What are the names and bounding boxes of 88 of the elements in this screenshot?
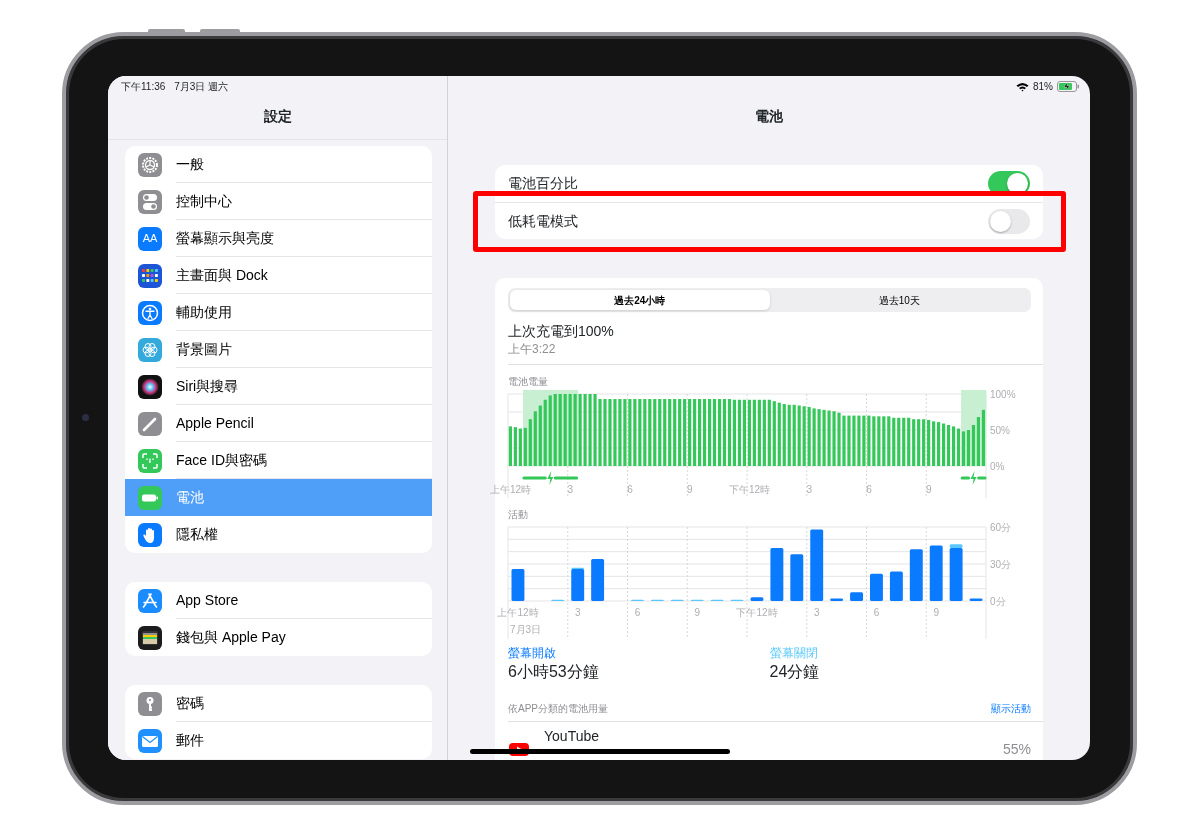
sidebar-item[interactable]: 郵件 [125, 722, 432, 759]
status-date: 7月3日 週六 [174, 81, 229, 92]
scan-frame-icon [138, 448, 162, 473]
chart-bar [770, 547, 784, 601]
axis-label: 6 [873, 607, 880, 618]
stat-value: 6小時53分鐘 [508, 662, 600, 682]
axis-label: 6 [627, 484, 633, 495]
setting-label: 電池百分比 [508, 174, 578, 193]
app-percent: 55% [1002, 739, 1031, 759]
chart-bar [790, 554, 804, 601]
strokes-icon [138, 588, 162, 613]
hand-icon [138, 522, 162, 547]
sidebar-item[interactable]: AA 螢幕顯示與亮度 [125, 220, 432, 257]
segment-tab[interactable]: 過去10天 [769, 290, 1029, 310]
chart-bar [909, 549, 923, 601]
sidebar-item[interactable]: Apple Pencil [125, 405, 432, 442]
chart-bar [889, 571, 903, 601]
axis-label: 9 [925, 484, 932, 495]
sidebar-item[interactable]: 輔助使用 [125, 294, 432, 331]
section-header: 依APP分類的電池用量 [508, 702, 608, 716]
last-charge-title: 上次充電到100% [508, 322, 615, 341]
chart-bar [511, 568, 525, 601]
orb-icon [138, 374, 162, 399]
axis-label: 3 [574, 607, 581, 618]
axis-label: 0分 [990, 596, 1006, 607]
chart-bar [929, 545, 943, 601]
setting-label: 低耗電模式 [508, 211, 578, 231]
charging-marker [522, 471, 579, 485]
gear-icon [138, 152, 162, 177]
camera-dot [82, 414, 89, 421]
chart-bar [969, 598, 983, 601]
sidebar-item[interactable]: Siri與搜尋 [125, 368, 432, 405]
display-icon: AA [138, 226, 162, 251]
app-name: YouTube [544, 727, 599, 746]
toggle-switch[interactable] [988, 208, 1030, 234]
envelope-icon [138, 728, 162, 753]
axis-label: 0% [990, 461, 1005, 472]
sidebar-title: 設定 [262, 107, 293, 126]
battery-percent: 81% [1033, 80, 1053, 94]
chart-bar [810, 529, 824, 601]
stat-value: 24分鐘 [769, 662, 821, 682]
axis-label: 下午12時 [736, 607, 778, 618]
battery-icon [138, 485, 162, 510]
axis-label: 9 [933, 607, 939, 618]
sidebar-item[interactable]: 背景圖片 [125, 331, 432, 368]
chart-title: 活動 [508, 508, 529, 521]
axis-label: 50% [990, 425, 1010, 436]
flower-icon [138, 337, 162, 362]
chart-bar [870, 573, 883, 601]
status-time: 下午11:36 [121, 81, 166, 92]
axis-label: 60分 [990, 522, 1012, 533]
accessibility-icon [138, 300, 162, 325]
sidebar-item[interactable]: 隱私權 [125, 516, 432, 553]
chart-bar [750, 597, 764, 601]
axis-label: 6 [634, 607, 641, 618]
chart-bar [591, 559, 605, 601]
sidebar-item[interactable]: 一般 [125, 146, 432, 183]
axis-label: 100% [990, 389, 1016, 400]
show-activity-link[interactable]: 顯示活動 [991, 702, 1031, 716]
stat-label: 螢幕關閉 [769, 645, 819, 661]
chart-bar [830, 598, 844, 601]
axis-label: 30分 [990, 559, 1012, 570]
toggles-icon [138, 189, 162, 214]
segment-tab[interactable]: 過去24小時 [510, 290, 770, 310]
pencil-icon [138, 411, 162, 436]
axis-label: 3 [813, 607, 820, 618]
sidebar-item[interactable]: App Store [125, 582, 432, 619]
date-label: 7月3日 [510, 624, 542, 635]
axis-label: 6 [866, 484, 872, 495]
axis-label: 9 [686, 484, 693, 495]
key-icon [138, 691, 162, 716]
sidebar-item[interactable]: 主畫面與 Dock [125, 257, 432, 294]
sidebar-item[interactable]: 密碼 [125, 685, 432, 722]
wallet-icon [138, 625, 162, 650]
axis-label: 3 [567, 484, 573, 495]
page-title: 電池 [754, 107, 784, 126]
sidebar-item[interactable]: 錢包與 Apple Pay [125, 619, 432, 656]
app-grid-icon [138, 263, 162, 288]
wifi-icon [1016, 81, 1029, 92]
axis-label: 9 [694, 607, 700, 618]
stat-label: 螢幕開啟 [508, 645, 557, 661]
axis-label: 3 [806, 484, 812, 495]
chart-title: 電池電量 [508, 375, 549, 388]
sidebar-item[interactable]: 控制中心 [125, 183, 432, 220]
chart-bar [850, 592, 863, 601]
axis-label: 下午12時 [728, 484, 771, 495]
last-charge-time: 上午3:22 [508, 341, 557, 358]
charging-marker [960, 471, 987, 485]
